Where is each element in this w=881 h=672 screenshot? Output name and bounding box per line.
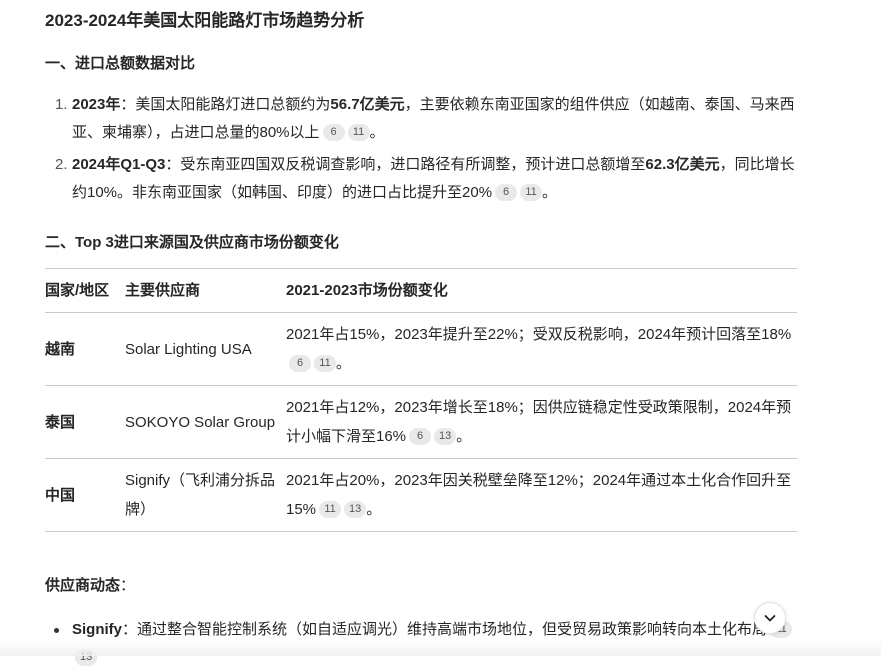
share-change-text: 2021年占15%，2023年提升至22%；受双反税影响，2024年预计回落至1… — [286, 326, 792, 343]
item-text: ：受东南亚四国双反税调查影响，进口路径有所调整，预计进口总额增至 — [165, 156, 646, 173]
list-number: 1. — [55, 96, 68, 113]
cell-country: 中国 — [45, 458, 125, 532]
cell-supplier: Signify（飞利浦分拆品牌） — [125, 458, 286, 532]
cell-country: 泰国 — [45, 385, 125, 459]
table-header-row: 国家/地区 主要供应商 2021-2023市场份额变化 — [45, 268, 797, 313]
item-highlight: 56.7亿美元 — [330, 96, 405, 113]
item-label: 2024年Q1-Q3 — [72, 156, 166, 173]
bottom-fade — [0, 640, 881, 656]
cell-supplier: SOKOYO Solar Group — [125, 385, 286, 459]
import-totals-list: 1. 2023年：美国太阳能路灯进口总额约为56.7亿美元，主要依赖东南亚国家的… — [45, 91, 797, 211]
column-header-share-change: 2021-2023市场份额变化 — [286, 268, 797, 313]
page-title: 2023-2024年美国太阳能路灯市场趋势分析 — [45, 11, 365, 30]
dynamics-colon: ： — [120, 577, 136, 594]
supplier-name: Signify — [72, 621, 123, 638]
table-row: 越南 Solar Lighting USA 2021年占15%，2023年提升至… — [45, 312, 797, 386]
citation-badge[interactable]: 11 — [347, 124, 370, 141]
citation-badge[interactable]: 11 — [314, 355, 336, 372]
citation-badge[interactable]: 11 — [520, 184, 543, 201]
dynamics-label: 供应商动态 — [45, 577, 121, 594]
market-share-table: 国家/地区 主要供应商 2021-2023市场份额变化 越南 Solar Lig… — [45, 268, 797, 532]
scroll-down-button[interactable] — [754, 602, 786, 634]
item-highlight: 62.3亿美元 — [645, 156, 720, 173]
list-item: 2. 2024年Q1-Q3：受东南亚四国双反税调查影响，进口路径有所调整，预计进… — [45, 151, 797, 207]
chevron-down-icon — [764, 615, 776, 622]
column-header-country: 国家/地区 — [45, 268, 125, 313]
item-text: ：美国太阳能路灯进口总额约为 — [120, 96, 331, 113]
cell-share-change: 2021年占15%，2023年提升至22%；受双反税影响，2024年预计回落至1… — [286, 312, 797, 386]
citation-badge[interactable]: 6 — [289, 355, 311, 372]
citation-badge[interactable]: 6 — [322, 124, 345, 141]
cell-share-change: 2021年占12%，2023年增长至18%；因供应链稳定性受政策限制，2024年… — [286, 385, 797, 459]
citation-badge[interactable]: 13 — [434, 428, 457, 445]
share-change-text: 2021年占12%，2023年增长至18%；因供应链稳定性受政策限制，2024年… — [286, 399, 792, 445]
list-number: 2. — [55, 156, 68, 173]
supplier-dynamics-heading: 供应商动态： — [45, 574, 135, 595]
citation-badge[interactable]: 6 — [409, 428, 432, 445]
citation-badge[interactable]: 11 — [319, 501, 342, 518]
cell-country: 越南 — [45, 312, 125, 386]
cell-share-change: 2021年占20%，2023年因关税壁垒降至12%；2024年通过本土化合作回升… — [286, 458, 797, 532]
list-item: 1. 2023年：美国太阳能路灯进口总额约为56.7亿美元，主要依赖东南亚国家的… — [45, 91, 797, 147]
cell-supplier: Solar Lighting USA — [125, 312, 286, 386]
citation-badge[interactable]: 13 — [344, 501, 367, 518]
table-row: 泰国 SOKOYO Solar Group 2021年占12%，2023年增长至… — [45, 385, 797, 459]
column-header-supplier: 主要供应商 — [125, 268, 286, 313]
section-heading-top3: 二、Top 3进口来源国及供应商市场份额变化 — [45, 234, 339, 251]
section-heading-import-totals: 一、进口总额数据对比 — [45, 55, 196, 72]
item-label: 2023年 — [72, 96, 121, 113]
citation-badge[interactable]: 6 — [495, 184, 518, 201]
table-row: 中国 Signify（飞利浦分拆品牌） 2021年占20%，2023年因关税壁垒… — [45, 458, 797, 532]
supplier-text: ：通过整合智能控制系统（如自适应调光）维持高端市场地位，但受贸易政策影响转向本土… — [122, 621, 768, 638]
